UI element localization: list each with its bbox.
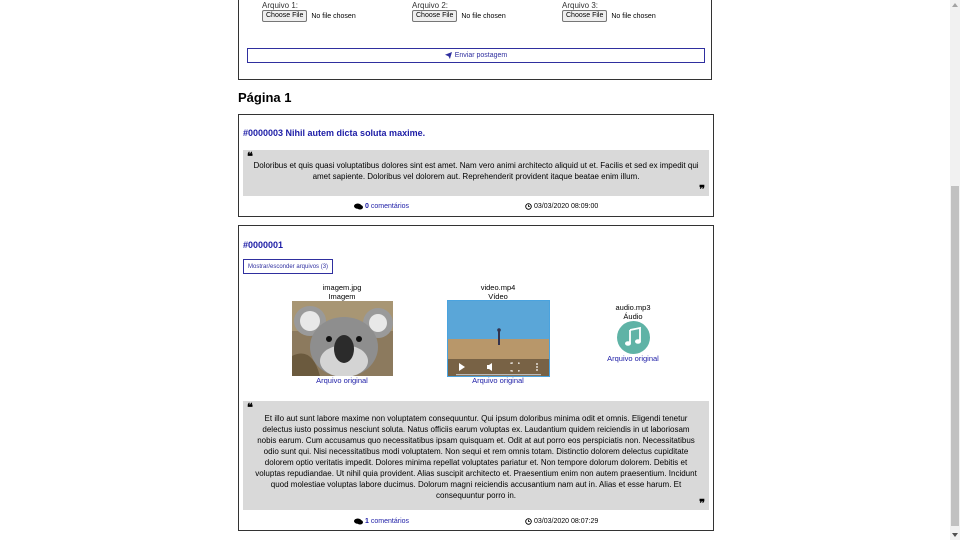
attachment-type: Áudio bbox=[623, 312, 643, 321]
file-label: Arquivo 3: bbox=[562, 1, 599, 10]
timestamp-text: 03/03/2020 08:07:29 bbox=[534, 518, 599, 525]
comments-label[interactable]: comentários bbox=[371, 203, 409, 210]
comment-count: 1 bbox=[365, 518, 369, 525]
page-title: Página 1 bbox=[238, 90, 292, 105]
quote-close-icon: ❞ bbox=[699, 183, 705, 196]
file-input-1: Arquivo 1: Choose File No file chosen bbox=[262, 1, 356, 22]
file-label: Arquivo 2: bbox=[412, 1, 449, 10]
submit-post-label: Enviar postagem bbox=[454, 52, 508, 59]
comments-icon bbox=[354, 518, 363, 525]
attachment-type: Imagem bbox=[328, 292, 356, 301]
file-status: No file chosen bbox=[611, 12, 656, 20]
attachment-filename: video.mp4 bbox=[480, 283, 516, 292]
clock-icon bbox=[525, 203, 532, 210]
toggle-attachments-button[interactable]: Mostrar/esconder arquivos (3) bbox=[243, 259, 334, 274]
post-card: #0000001 Mostrar/esconder arquivos (3) i… bbox=[238, 225, 714, 531]
quote-open-icon: ❝ bbox=[247, 401, 253, 414]
comments-icon bbox=[354, 203, 363, 210]
post-timestamp: 03/03/2020 08:09:00 bbox=[525, 203, 598, 210]
send-icon bbox=[444, 52, 452, 59]
vertical-scrollbar[interactable] bbox=[950, 0, 960, 540]
attachment-video: video.mp4 Vídeo Arquivo original bbox=[446, 283, 550, 385]
clock-icon bbox=[525, 518, 532, 525]
attachment-filename: imagem.jpg bbox=[322, 283, 362, 292]
scrollbar-thumb[interactable] bbox=[951, 186, 959, 526]
timestamp-text: 03/03/2020 08:09:00 bbox=[534, 203, 599, 210]
post-body: ❝ Doloribus et quis quasi voluptatibus d… bbox=[243, 150, 709, 196]
attachment-type: Vídeo bbox=[488, 292, 508, 301]
post-timestamp: 03/03/2020 08:07:29 bbox=[525, 518, 598, 525]
attachment-audio: audio.mp3 Áudio Arquivo original bbox=[583, 303, 683, 363]
post-card: #0000003 Nihil autem dicta soluta maxime… bbox=[238, 114, 714, 217]
original-file-link[interactable]: Arquivo original bbox=[607, 354, 659, 363]
post-body: ❝ Et illo aut sunt labore maxime non vol… bbox=[243, 401, 709, 510]
comments-link[interactable]: 1 comentários bbox=[354, 518, 409, 525]
choose-file-button[interactable]: Choose File bbox=[262, 10, 308, 22]
scroll-down-icon[interactable] bbox=[952, 533, 958, 537]
file-input-3: Arquivo 3: Choose File No file chosen bbox=[562, 1, 656, 22]
music-note-icon[interactable] bbox=[616, 321, 650, 354]
comment-count: 0 bbox=[365, 203, 369, 210]
koala-image[interactable] bbox=[291, 301, 393, 376]
post-body-text: Et illo aut sunt labore maxime non volup… bbox=[255, 414, 697, 500]
file-label: Arquivo 1: bbox=[262, 1, 299, 10]
more-options-icon bbox=[535, 363, 538, 371]
original-file-link[interactable]: Arquivo original bbox=[316, 376, 368, 385]
quote-open-icon: ❝ bbox=[247, 150, 253, 163]
comments-label[interactable]: comentários bbox=[371, 518, 409, 525]
original-file-link[interactable]: Arquivo original bbox=[472, 376, 524, 385]
scroll-up-icon[interactable] bbox=[952, 3, 958, 7]
submit-post-button[interactable]: Enviar postagem bbox=[247, 48, 705, 63]
video-player[interactable] bbox=[446, 300, 550, 377]
post-body-text: Doloribus et quis quasi voluptatibus dol… bbox=[253, 161, 699, 181]
attachment-filename: audio.mp3 bbox=[615, 303, 651, 312]
post-title[interactable]: #0000003 Nihil autem dicta soluta maxime… bbox=[243, 128, 425, 138]
choose-file-button[interactable]: Choose File bbox=[562, 10, 608, 22]
comments-link[interactable]: 0 comentários bbox=[354, 203, 409, 210]
quote-close-icon: ❞ bbox=[699, 497, 705, 510]
file-status: No file chosen bbox=[311, 12, 356, 20]
attachment-image: imagem.jpg Imagem Arquivo original bbox=[291, 283, 393, 385]
post-title[interactable]: #0000001 bbox=[243, 240, 283, 250]
upload-form: Arquivo 1: Choose File No file chosen Ar… bbox=[238, 0, 712, 80]
choose-file-button[interactable]: Choose File bbox=[412, 10, 458, 22]
file-status: No file chosen bbox=[461, 12, 506, 20]
file-input-2: Arquivo 2: Choose File No file chosen bbox=[412, 1, 506, 22]
